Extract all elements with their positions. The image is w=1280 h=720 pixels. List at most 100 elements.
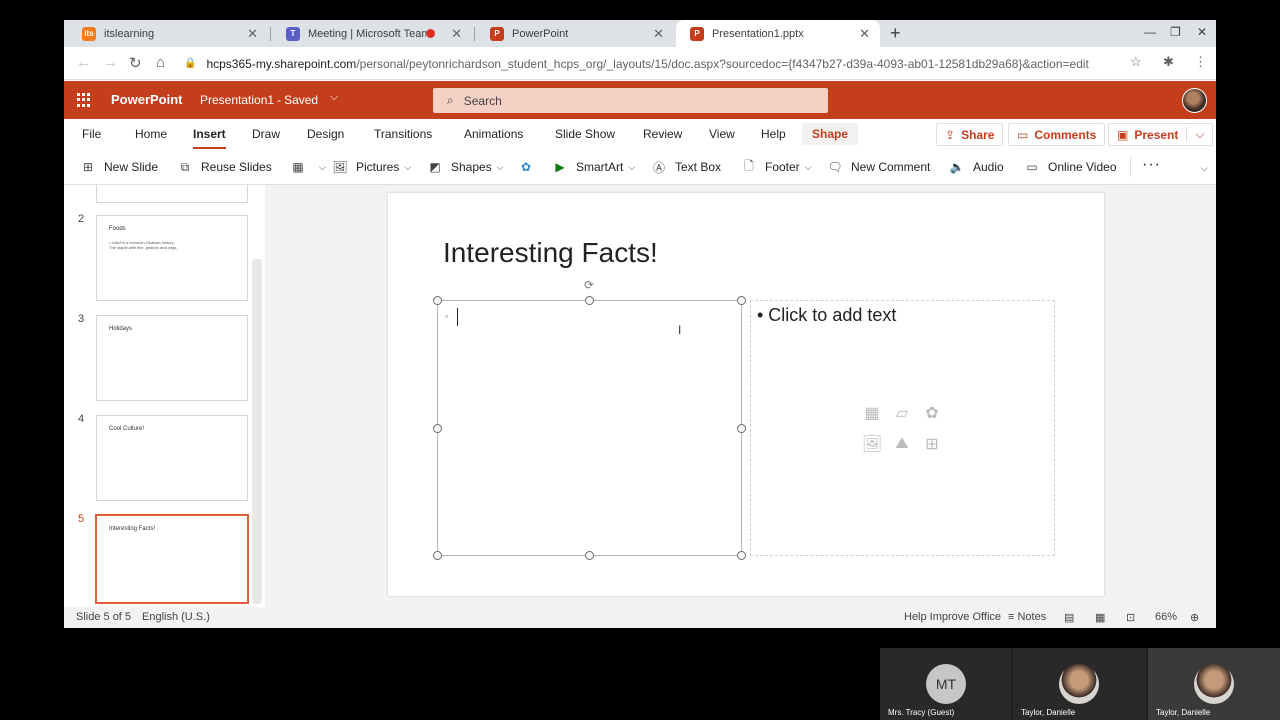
online-video-button[interactable]: ▭ Online Video (1024, 160, 1116, 174)
tab-insert[interactable]: Insert (193, 127, 226, 149)
restore-icon[interactable]: ❐ (1170, 25, 1181, 39)
search-input[interactable]: ⌕ Search (433, 88, 828, 113)
close-icon[interactable]: ✕ (247, 26, 258, 42)
audio-button[interactable]: 🔈 Audio (949, 160, 1004, 174)
insert-table-icon[interactable]: ▦ (860, 401, 884, 425)
slide-thumbnail-5[interactable]: Interesting Facts! (95, 514, 249, 604)
tab-draw[interactable]: Draw (252, 127, 280, 141)
insert-picture-icon[interactable]: 🖼 (860, 432, 884, 456)
slide-title[interactable]: Interesting Facts! (443, 237, 658, 269)
language-indicator[interactable]: English (U.S.) (142, 611, 210, 623)
new-comment-button[interactable]: 🗨 New Comment (827, 160, 930, 174)
insert-stock-image-icon[interactable]: ⛰ (890, 432, 914, 456)
slide-thumbnail-4[interactable]: Cool Culture! (96, 415, 248, 501)
app-launcher-icon[interactable] (77, 93, 91, 107)
resize-handle[interactable] (433, 424, 442, 433)
meeting-video-strip: MT Mrs. Tracy (Guest) Taylor, Danielle T… (880, 648, 1280, 720)
tab-home[interactable]: Home (135, 127, 167, 141)
extensions-icon[interactable]: ✱ (1163, 54, 1174, 70)
browser-tab-teams[interactable]: T Meeting | Microsoft Teams ✕ (272, 20, 472, 47)
bullet-icon: • (445, 311, 449, 323)
resize-handle[interactable] (433, 551, 442, 560)
slide-thumbnail-1[interactable] (96, 185, 248, 203)
tab-file[interactable]: File (82, 127, 101, 141)
browser-tab-powerpoint[interactable]: P PowerPoint ✕ (476, 20, 674, 47)
close-icon[interactable]: ✕ (859, 26, 870, 42)
reload-icon[interactable]: ↻ (129, 54, 142, 72)
account-avatar[interactable] (1182, 88, 1207, 113)
tab-help[interactable]: Help (761, 127, 786, 141)
resize-handle[interactable] (737, 551, 746, 560)
insert-chart-icon[interactable]: ▱ (890, 401, 914, 425)
reuse-slides-button[interactable]: ⧉ Reuse Slides (177, 160, 272, 175)
more-options-icon[interactable]: ··· (1142, 156, 1161, 174)
video-icon: ▭ (1026, 160, 1038, 174)
slide-number: 3 (78, 313, 85, 325)
minimize-icon[interactable]: — (1144, 25, 1156, 39)
close-icon[interactable]: ✕ (451, 26, 462, 42)
document-title[interactable]: Presentation1- Saved (200, 93, 318, 107)
icons-button[interactable]: ✿ (518, 160, 542, 174)
home-icon[interactable]: ⌂ (156, 54, 165, 71)
slide-canvas[interactable]: Interesting Facts! ⟳ • • Click to add te… (388, 193, 1104, 596)
comments-button[interactable]: ▭ Comments (1008, 123, 1106, 146)
normal-view-icon[interactable]: ▤ (1064, 611, 1074, 624)
tab-review[interactable]: Review (643, 127, 682, 141)
participant-tile[interactable]: Taylor, Danielle (1013, 648, 1146, 720)
tab-slide-show[interactable]: Slide Show (555, 127, 615, 141)
resize-handle[interactable] (585, 296, 594, 305)
help-improve-link[interactable]: Help Improve Office (904, 611, 1001, 623)
thumbnail-scrollbar[interactable] (252, 259, 262, 604)
present-button[interactable]: ▣ Present ⌵ (1108, 123, 1214, 146)
new-slide-button[interactable]: ⊞ New Slide (80, 160, 158, 174)
fit-to-window-icon[interactable]: ⊕ (1190, 611, 1199, 624)
left-content-placeholder[interactable]: • (437, 300, 742, 556)
resize-handle[interactable] (737, 296, 746, 305)
lock-icon: 🔒 (184, 58, 197, 69)
insert-smartart-icon[interactable]: ✿ (920, 401, 944, 425)
forward-icon[interactable]: → (103, 54, 118, 71)
tab-view[interactable]: View (709, 127, 735, 141)
resize-handle[interactable] (737, 424, 746, 433)
browser-tab-itslearning[interactable]: its itslearning ✕ (68, 20, 268, 47)
table-button[interactable]: ▦ ⌵ (290, 160, 326, 174)
window-close-icon[interactable]: ✕ (1197, 25, 1207, 39)
browser-tab-presentation1[interactable]: P Presentation1.pptx ✕ (676, 20, 880, 47)
slide-sorter-icon[interactable]: ▦ (1095, 611, 1105, 624)
resize-handle[interactable] (585, 551, 594, 560)
url-field[interactable]: 🔒 hcps365-my.sharepoint.com /personal/pe… (184, 51, 1124, 76)
shapes-button[interactable]: ◩ Shapes ⌵ (427, 160, 503, 174)
app-name[interactable]: PowerPoint (111, 92, 183, 107)
participant-tile[interactable]: Taylor, Danielle (1148, 648, 1280, 720)
right-content-placeholder[interactable]: • Click to add text ▦ ▱ ✿ 🖼 ⛰ ⊞ (750, 300, 1055, 556)
smartart-button[interactable]: ▶ SmartArt ⌵ (552, 160, 635, 174)
chevron-down-icon[interactable]: ⌵ (330, 91, 338, 104)
teams-icon: T (286, 26, 300, 41)
rotate-handle-icon[interactable]: ⟳ (584, 278, 594, 292)
back-icon[interactable]: ← (76, 54, 91, 71)
slide-thumbnail-2[interactable]: Foods • Jollof is a common Ghanian histo… (96, 215, 248, 301)
chevron-down-icon: ⌵ (404, 161, 412, 172)
share-button[interactable]: ⇪ Share (936, 123, 1004, 146)
chevron-down-icon[interactable]: ⌵ (1186, 127, 1204, 142)
new-tab-button[interactable]: + (890, 23, 901, 44)
close-icon[interactable]: ✕ (653, 26, 664, 42)
notes-button[interactable]: ≡ Notes (1008, 611, 1046, 623)
chevron-down-icon[interactable]: ⌵ (1201, 163, 1208, 174)
insert-video-icon[interactable]: ⊞ (920, 432, 944, 456)
tab-design[interactable]: Design (307, 127, 344, 141)
reading-view-icon[interactable]: ⊡ (1126, 611, 1135, 624)
footer-button[interactable]: 🗋 Footer ⌵ (741, 159, 811, 175)
recording-indicator-icon (426, 29, 436, 38)
tab-shape[interactable]: Shape (802, 123, 859, 145)
text-box-button[interactable]: Ⓐ Text Box (651, 160, 721, 175)
browser-menu-icon[interactable]: ⋮ (1194, 54, 1207, 70)
tab-transitions[interactable]: Transitions (374, 127, 432, 141)
slide-thumbnail-3[interactable]: Holidays (96, 315, 248, 401)
resize-handle[interactable] (433, 296, 442, 305)
tab-animations[interactable]: Animations (464, 127, 523, 141)
participant-tile[interactable]: MT Mrs. Tracy (Guest) (880, 648, 1011, 720)
zoom-level[interactable]: 66% (1155, 611, 1177, 623)
bookmark-star-icon[interactable]: ☆ (1130, 54, 1142, 70)
pictures-button[interactable]: 🖼 Pictures ⌵ (332, 160, 411, 174)
